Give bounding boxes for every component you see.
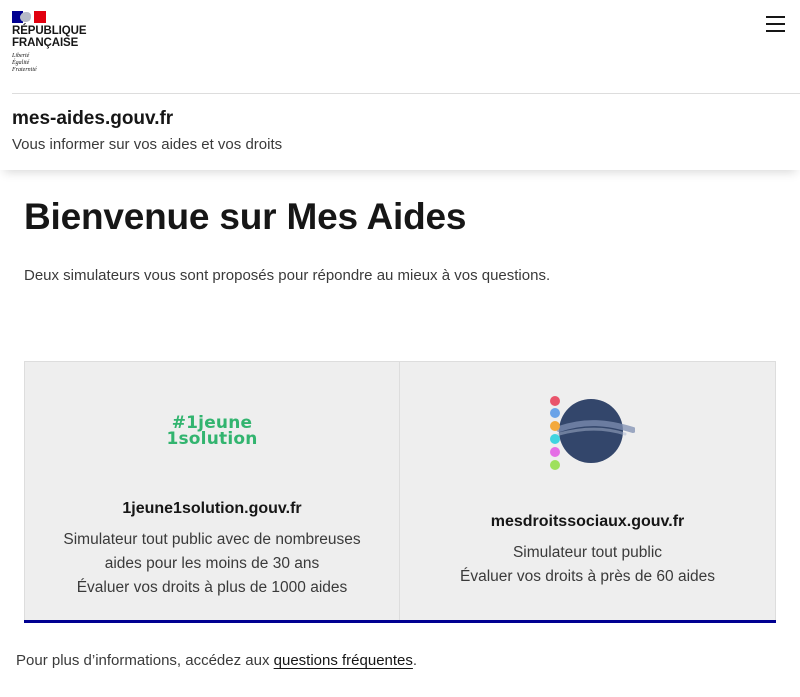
1jeune1solution-logo: #1jeune 1solution [25,415,399,449]
footer-info: Pour plus d’informations, accédez aux qu… [16,652,417,669]
hamburger-menu-icon[interactable] [765,14,787,34]
card-mesdroitssociaux[interactable]: mesdroitssociaux.gouv.fr Simulateur tout… [399,361,776,623]
site-header: RÉPUBLIQUE FRANÇAISE Liberté Égalité Fra… [0,0,800,170]
site-tagline: Vous informer sur vos aides et vos droit… [12,136,283,153]
site-title[interactable]: mes-aides.gouv.fr [12,108,173,130]
card-description-line: Simulateur tout public avec de nombreuse… [63,531,361,548]
header-divider [12,93,800,94]
footer-text-after: . [412,652,418,669]
card-description-line: Simulateur tout public [512,544,663,561]
republic-motto: Liberté Égalité Fraternité [12,53,102,74]
card-title: mesdroitssociaux.gouv.fr [490,513,685,530]
intro-text: Deux simulateurs vous sont proposés pour… [24,267,551,284]
marianne-flag-icon [12,11,46,23]
mesdroitssociaux-logo-icon [550,396,635,470]
card-description-line: aides pour les moins de 30 ans [104,555,320,572]
card-1jeune1solution[interactable]: #1jeune 1solution 1jeune1solution.gouv.f… [24,361,400,623]
republic-line-2: FRANÇAISE [12,37,79,49]
footer-text-before: Pour plus d’informations, accédez aux [16,652,274,669]
republic-line-1: RÉPUBLIQUE [12,25,87,37]
card-description-line: Évaluer vos droits à près de 60 aides [459,568,716,585]
motto-liberte: Liberté [12,53,30,59]
republique-francaise-logo[interactable]: RÉPUBLIQUE FRANÇAISE Liberté Égalité Fra… [12,11,102,74]
faq-link[interactable]: questions fréquentes [274,652,413,669]
card-description: Simulateur tout public avec de nombreuse… [25,528,399,600]
logo-line-2: 1solution [166,429,258,449]
card-title: 1jeune1solution.gouv.fr [122,500,302,517]
page-title: Bienvenue sur Mes Aides [24,196,467,237]
card-description: Simulateur tout public Évaluer vos droit… [400,541,775,589]
card-description-line: Évaluer vos droits à plus de 1000 aides [76,579,348,596]
motto-egalite: Égalité [12,60,30,66]
motto-fraternite: Fraternité [12,67,37,73]
